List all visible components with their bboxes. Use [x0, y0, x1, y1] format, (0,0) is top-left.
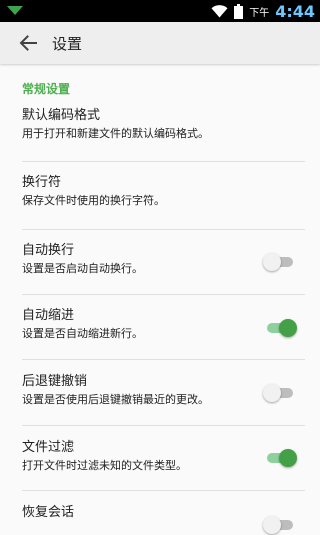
switch-thumb — [263, 516, 281, 534]
switch-thumb — [279, 319, 297, 337]
switch-thumb — [279, 449, 297, 467]
pref-summary: 保存文件时使用的换行字符。 — [22, 194, 165, 207]
pref-file-filter[interactable]: 文件过滤 打开文件时过滤未知的文件类型。 — [22, 426, 305, 491]
pref-summary: 打开文件时过滤未知的文件类型。 — [22, 459, 187, 472]
pref-summary: 设置是否启动自动换行。 — [22, 262, 143, 275]
status-time: 4:44 — [275, 1, 315, 21]
pref-text: 自动换行 设置是否启动自动换行。 — [22, 242, 245, 277]
pref-auto-indent[interactable]: 自动缩进 设置是否自动缩进新行。 — [22, 295, 305, 360]
pref-text: 文件过滤 打开文件时过滤未知的文件类型。 — [22, 439, 245, 474]
pref-restore-session[interactable]: 恢复会话 — [22, 491, 305, 534]
notification-arrow-icon — [7, 6, 23, 15]
pref-summary: 用于打开和新建文件的默认编码格式。 — [22, 127, 209, 140]
pref-title: 恢复会话 — [22, 505, 75, 520]
file-filter-switch[interactable] — [265, 448, 297, 468]
pref-line-ending[interactable]: 换行符 保存文件时使用的换行字符。 — [22, 162, 305, 230]
toolbar: 设置 — [0, 22, 320, 64]
section-header-general: 常规设置 — [22, 82, 71, 96]
pref-title: 文件过滤 — [22, 440, 75, 455]
pref-text: 换行符 保存文件时使用的换行字符。 — [22, 174, 245, 209]
arrow-back-icon — [19, 35, 37, 51]
switch-thumb — [263, 384, 281, 402]
back-button[interactable] — [8, 22, 48, 64]
pref-text: 自动缩进 设置是否自动缩进新行。 — [22, 307, 245, 342]
status-right: 下午 4:44 — [211, 0, 315, 22]
pref-word-wrap[interactable]: 自动换行 设置是否启动自动换行。 — [22, 230, 305, 295]
page-title: 设置 — [52, 34, 83, 53]
pref-default-encoding[interactable]: 默认编码格式 用于打开和新建文件的默认编码格式。 — [22, 97, 305, 162]
pref-text: 后退键撤销 设置是否使用后退键撤销最近的更改。 — [22, 373, 245, 408]
pref-backspace-undo[interactable]: 后退键撤销 设置是否使用后退键撤销最近的更改。 — [22, 360, 305, 426]
status-bar: 下午 4:44 — [0, 0, 320, 22]
word-wrap-switch[interactable] — [263, 252, 295, 272]
pref-text: 恢复会话 — [22, 504, 245, 522]
wifi-icon — [211, 4, 228, 17]
switch-thumb — [263, 253, 281, 271]
pref-title: 自动换行 — [22, 243, 75, 258]
battery-icon — [234, 3, 244, 19]
pref-title: 自动缩进 — [22, 308, 75, 323]
settings-list: 常规设置 默认编码格式 用于打开和新建文件的默认编码格式。 换行符 保存文件时使… — [0, 64, 320, 534]
backspace-undo-switch[interactable] — [263, 383, 295, 403]
pref-summary: 设置是否使用后退键撤销最近的更改。 — [22, 393, 209, 406]
restore-session-switch[interactable] — [263, 515, 295, 535]
status-ampm: 下午 — [249, 7, 270, 19]
pref-title: 后退键撤销 — [22, 374, 88, 389]
auto-indent-switch[interactable] — [265, 318, 297, 338]
pref-title: 换行符 — [22, 175, 62, 190]
pref-text: 默认编码格式 用于打开和新建文件的默认编码格式。 — [22, 107, 245, 142]
pref-title: 默认编码格式 — [22, 108, 101, 123]
pref-summary: 设置是否自动缩进新行。 — [22, 327, 143, 340]
